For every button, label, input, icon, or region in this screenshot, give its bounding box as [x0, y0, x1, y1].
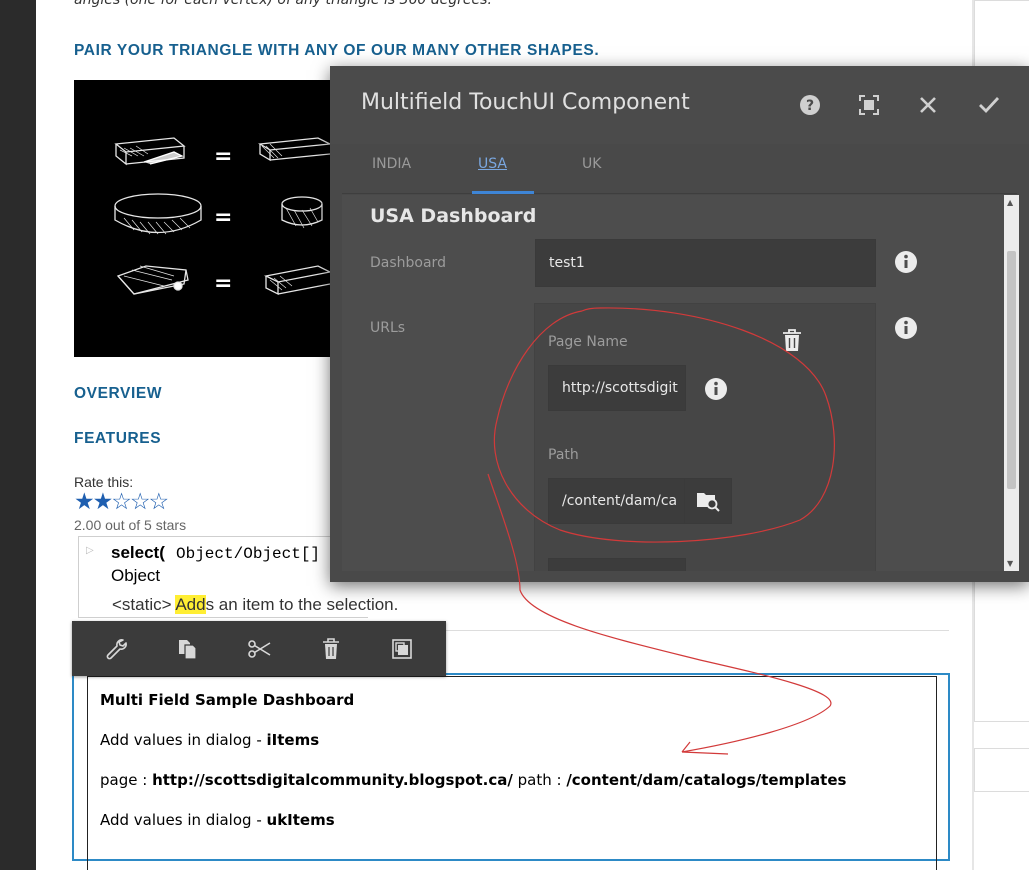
page-name-input[interactable]: http://scottsdigit [548, 365, 686, 411]
cut-button[interactable] [241, 631, 277, 667]
rate-this-label: Rate this: [74, 474, 134, 490]
done-button[interactable] [973, 89, 1005, 121]
method-description: <static> Adds an item to the selection. [112, 595, 398, 615]
dialog-title: Multifield TouchUI Component [361, 90, 690, 115]
features-heading[interactable]: FEATURES [74, 430, 161, 448]
tab-india[interactable]: INDIA [372, 156, 411, 172]
info-icon[interactable] [894, 250, 918, 274]
static-tag: <static> [112, 595, 176, 614]
info-icon[interactable] [704, 377, 728, 401]
method-name: select( [111, 543, 165, 562]
tab-uk[interactable]: UK [582, 156, 601, 172]
flat-box-shape [257, 137, 333, 162]
expand-arrow-icon[interactable]: ▷ [86, 545, 94, 556]
path-browse-button[interactable] [684, 478, 732, 524]
component-edit-toolbar [72, 621, 446, 676]
copy-button[interactable] [169, 631, 205, 667]
scroll-up-arrow-icon[interactable]: ▲ [1007, 198, 1013, 207]
dashboard-label: Dashboard [370, 255, 446, 271]
oval-slab-shape [114, 193, 202, 235]
delete-button[interactable] [313, 631, 349, 667]
fullscreen-icon [859, 95, 879, 115]
equals-sign: = [214, 144, 232, 169]
tab-usa[interactable]: USA [478, 156, 507, 172]
info-icon[interactable] [894, 316, 918, 340]
multifield-dialog: Multifield TouchUI Component ? INDIA USA… [330, 66, 1029, 582]
cylinder-shape [281, 196, 323, 229]
check-icon [979, 97, 1000, 114]
path-input[interactable]: /content/dam/ca [548, 478, 686, 524]
help-button[interactable]: ? [794, 89, 826, 121]
rating-summary: 2.00 out of 5 stars [74, 517, 187, 533]
wedge-box-shape [263, 265, 333, 296]
trash-icon[interactable] [781, 328, 803, 352]
active-tab-indicator [472, 191, 534, 194]
previous-paragraph-text: angles (one for each vertex) of any tria… [74, 0, 492, 8]
dialog-content: USA Dashboard Dashboard test1 URLs Page … [342, 195, 1004, 571]
equals-sign: = [214, 271, 232, 296]
equals-sign: = [214, 205, 232, 230]
wrench-icon [106, 638, 127, 659]
section-title: USA Dashboard [370, 205, 537, 227]
svg-text:?: ? [806, 98, 814, 114]
group-button[interactable] [384, 631, 420, 667]
box-wedge-shape [114, 137, 186, 166]
dialog-header[interactable]: Multifield TouchUI Component ? [330, 66, 1029, 144]
scroll-thumb[interactable] [1007, 251, 1016, 489]
search-highlight: Add [175, 595, 206, 614]
copy-icon [179, 639, 197, 660]
component-title: Multi Field Sample Dashboard [100, 691, 355, 709]
right-side-panel-lower [974, 748, 1029, 792]
dashboard-input[interactable]: test1 [535, 239, 876, 287]
pyramid-shape [116, 265, 189, 295]
next-item-input[interactable] [548, 558, 686, 571]
india-items-line: Add values in dialog - iItems [100, 731, 320, 749]
usa-items-line: page : http://scottsdigitalcommunity.blo… [100, 771, 847, 789]
configure-button[interactable] [98, 631, 134, 667]
shapes-illustration: = = = [74, 80, 333, 357]
group-icon [392, 638, 412, 659]
cut-icon [248, 639, 271, 658]
scroll-down-arrow-icon[interactable]: ▼ [1007, 559, 1013, 568]
dialog-tabs: INDIA USA UK [342, 144, 1017, 194]
close-icon [920, 97, 936, 113]
method-signature: Object/Object[] [176, 545, 321, 563]
overview-heading[interactable]: OVERVIEW [74, 385, 162, 403]
return-type: Object [111, 566, 161, 585]
close-button[interactable] [912, 89, 944, 121]
description-rest: s an item to the selection. [205, 595, 399, 614]
fullscreen-button[interactable] [853, 89, 885, 121]
page-name-label: Page Name [548, 334, 628, 350]
star-rating[interactable]: ★★☆☆☆ [74, 490, 169, 514]
delete-icon [322, 637, 339, 659]
left-sidebar-rail [0, 0, 36, 870]
urls-label: URLs [370, 320, 406, 336]
folder-search-icon [697, 493, 720, 512]
uk-items-line: Add values in dialog - ukItems [100, 811, 335, 829]
pair-shapes-heading: PAIR YOUR TRIANGLE WITH ANY OF OUR MANY … [74, 42, 600, 59]
path-label: Path [548, 447, 579, 463]
dialog-scrollbar[interactable]: ▲ ▼ [1004, 195, 1019, 571]
help-icon: ? [800, 95, 820, 115]
